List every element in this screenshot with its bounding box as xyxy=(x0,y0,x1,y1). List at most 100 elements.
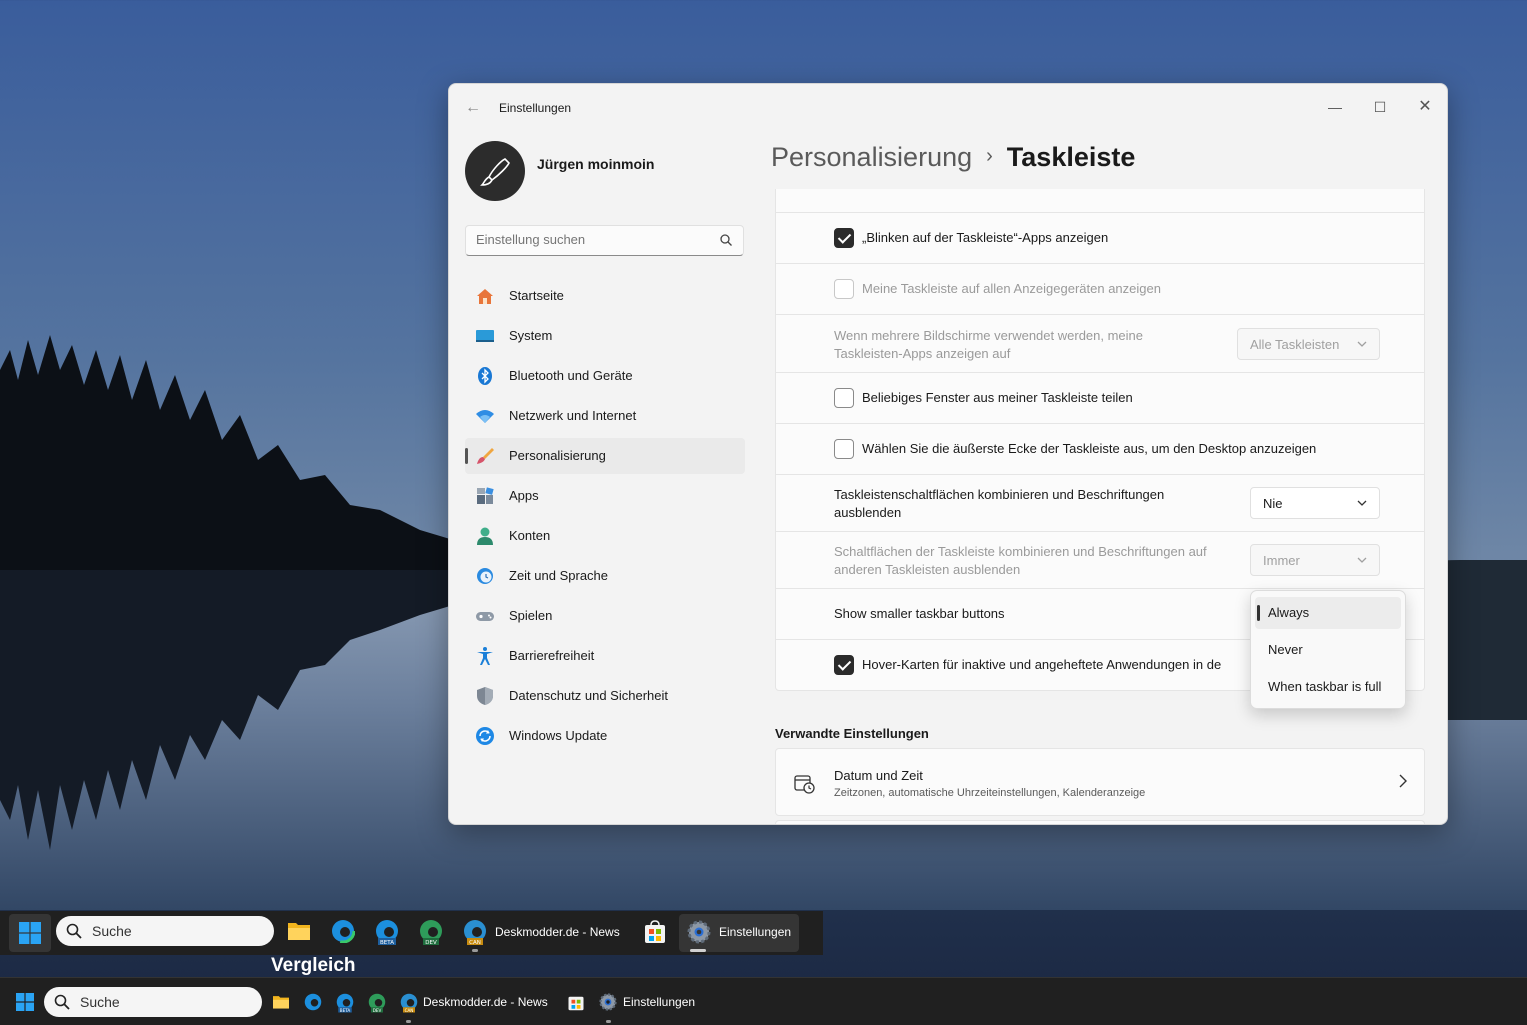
store-icon[interactable] xyxy=(643,920,667,944)
minimize-button[interactable]: — xyxy=(1315,92,1355,122)
smaller-buttons-label: Show smaller taskbar buttons xyxy=(834,606,1005,621)
sidebar-item-label: Barrierefreiheit xyxy=(509,648,595,663)
hover-cards-checkbox[interactable] xyxy=(834,655,854,675)
chevron-down-icon xyxy=(1357,341,1367,347)
combine-other-dropdown[interactable]: Immer xyxy=(1250,544,1380,576)
chevron-down-icon xyxy=(1357,557,1367,563)
setting-row-share-window: Beliebiges Fenster aus meiner Taskleiste… xyxy=(776,372,1424,423)
edge-dev-icon[interactable]: DEV xyxy=(419,919,443,947)
sidebar-item-label: Netzwerk und Internet xyxy=(509,408,637,423)
setting-row-blink: „Blinken auf der Taskleiste“-Apps anzeig… xyxy=(776,212,1424,263)
close-button[interactable]: ✕ xyxy=(1405,92,1445,122)
edge-icon[interactable] xyxy=(331,919,355,943)
flyout-option-always[interactable]: Always xyxy=(1255,597,1401,629)
setting-row-combine-other: Schaltflächen der Taskleiste kombinieren… xyxy=(776,531,1424,588)
multi-monitor-value: Alle Taskleisten xyxy=(1250,337,1340,352)
flyout-option-label: Never xyxy=(1268,642,1303,657)
person-icon xyxy=(477,527,493,545)
hover-cards-label: Hover-Karten für inaktive und angeheftet… xyxy=(862,657,1222,672)
windows-start-icon[interactable] xyxy=(16,993,34,1011)
setting-row-multi-monitor: Wenn mehrere Bildschirme verwendet werde… xyxy=(776,314,1424,372)
sidebar-item-label: System xyxy=(509,328,553,343)
accessibility-icon xyxy=(477,647,493,665)
svg-text:BETA: BETA xyxy=(380,940,394,946)
svg-text:CAN: CAN xyxy=(405,1008,414,1013)
settings-gear-icon[interactable] xyxy=(599,993,617,1011)
sidebar-item-label: Datenschutz und Sicherheit xyxy=(509,688,668,703)
taskbar-new: Suche BETA DEV CAN Deskmodder.de - News … xyxy=(0,911,823,955)
running-indicator xyxy=(472,949,478,952)
chevron-right-icon: › xyxy=(986,145,993,167)
sidebar-item-startseite[interactable]: Startseite xyxy=(465,278,745,314)
far-corner-checkbox[interactable] xyxy=(834,439,854,459)
taskbar-search-box[interactable]: Suche xyxy=(56,916,274,946)
store-icon[interactable] xyxy=(567,993,585,1011)
related-item-title: Datum und Zeit xyxy=(834,768,923,783)
flyout-option-label: When taskbar is full xyxy=(1268,679,1382,694)
bluetooth-icon xyxy=(478,367,492,385)
setting-row-far-corner: Wählen Sie die äußerste Ecke der Tasklei… xyxy=(776,423,1424,474)
taskbar-label-einstellungen[interactable]: Einstellungen xyxy=(623,995,695,1009)
sidebar-item-konten[interactable]: Konten xyxy=(465,518,745,554)
combine-dropdown[interactable]: Nie xyxy=(1250,487,1380,519)
windows-start-icon[interactable] xyxy=(19,922,41,944)
clock-globe-icon xyxy=(477,568,493,584)
edge-icon[interactable] xyxy=(304,993,322,1011)
back-button[interactable]: ← xyxy=(463,98,483,118)
sidebar-item-zeit-sprache[interactable]: Zeit und Sprache xyxy=(465,558,745,594)
combine-other-value: Immer xyxy=(1263,553,1300,568)
taskbar-label-einstellungen[interactable]: Einstellungen xyxy=(719,925,791,939)
sidebar-item-bluetooth[interactable]: Bluetooth und Geräte xyxy=(465,358,745,394)
settings-search-input[interactable] xyxy=(476,232,716,247)
sidebar-item-label: Windows Update xyxy=(509,728,608,743)
sidebar-item-spielen[interactable]: Spielen xyxy=(465,598,745,634)
sidebar-item-personalisierung[interactable]: Personalisierung xyxy=(465,438,745,474)
related-item-datum-zeit[interactable]: Datum und Zeit Zeitzonen, automatische U… xyxy=(775,748,1425,816)
multi-monitor-dropdown[interactable]: Alle Taskleisten xyxy=(1237,328,1380,360)
taskbar-search-box[interactable]: Suche xyxy=(44,987,262,1017)
edge-canary-icon[interactable]: CAN xyxy=(400,993,418,1014)
setting-row-combine: Taskleistenschaltflächen kombinieren und… xyxy=(776,474,1424,531)
active-indicator xyxy=(690,949,706,952)
next-related-card-partial xyxy=(775,820,1425,824)
edge-beta-icon[interactable]: BETA xyxy=(336,993,354,1014)
edge-beta-icon[interactable]: BETA xyxy=(375,919,399,947)
svg-text:CAN: CAN xyxy=(469,940,481,946)
file-explorer-icon[interactable] xyxy=(272,994,290,1010)
taskbar-search-label: Suche xyxy=(92,923,132,939)
taskbar-old: Suche BETA DEV CAN Deskmodder.de - News … xyxy=(0,977,1527,1025)
sidebar-item-label: Startseite xyxy=(509,288,564,303)
flyout-option-when-full[interactable]: When taskbar is full xyxy=(1255,671,1401,703)
wallpaper-forest xyxy=(0,335,470,570)
brush-avatar-icon xyxy=(480,158,510,186)
flyout-option-never[interactable]: Never xyxy=(1255,634,1401,666)
blink-checkbox[interactable] xyxy=(834,228,854,248)
share-window-checkbox[interactable] xyxy=(834,388,854,408)
edge-dev-icon[interactable]: DEV xyxy=(368,993,386,1014)
smaller-buttons-flyout: Always Never When taskbar is full xyxy=(1250,590,1406,709)
sidebar-item-system[interactable]: System xyxy=(465,318,745,354)
search-icon xyxy=(54,994,70,1010)
all-displays-checkbox[interactable] xyxy=(834,279,854,299)
settings-search-box[interactable] xyxy=(465,225,744,256)
sidebar-item-barrierefreiheit[interactable]: Barrierefreiheit xyxy=(465,638,745,674)
search-icon[interactable] xyxy=(719,233,733,247)
edge-canary-icon[interactable]: CAN xyxy=(463,919,487,947)
maximize-button[interactable]: ☐ xyxy=(1360,92,1400,122)
taskbar-label-deskmodder[interactable]: Deskmodder.de - News xyxy=(495,925,620,939)
calendar-clock-icon xyxy=(794,775,815,794)
settings-gear-icon[interactable] xyxy=(687,920,711,944)
sidebar-item-datenschutz[interactable]: Datenschutz und Sicherheit xyxy=(465,678,745,714)
breadcrumb-parent[interactable]: Personalisierung xyxy=(771,142,972,172)
page-title: Taskleiste xyxy=(1006,142,1136,172)
sidebar-item-label: Bluetooth und Geräte xyxy=(509,368,633,383)
sidebar-item-windows-update[interactable]: Windows Update xyxy=(465,718,745,754)
taskbar-label-deskmodder[interactable]: Deskmodder.de - News xyxy=(423,995,548,1009)
wallpaper-reflection xyxy=(0,570,470,850)
avatar[interactable] xyxy=(465,141,525,201)
sidebar-item-apps[interactable]: Apps xyxy=(465,478,745,514)
sidebar-item-network[interactable]: Netzwerk und Internet xyxy=(465,398,745,434)
file-explorer-icon[interactable] xyxy=(287,920,311,942)
chevron-down-icon xyxy=(1357,500,1367,506)
settings-window: ← Einstellungen — ☐ ✕ Jürgen moinmoin St… xyxy=(448,83,1448,825)
